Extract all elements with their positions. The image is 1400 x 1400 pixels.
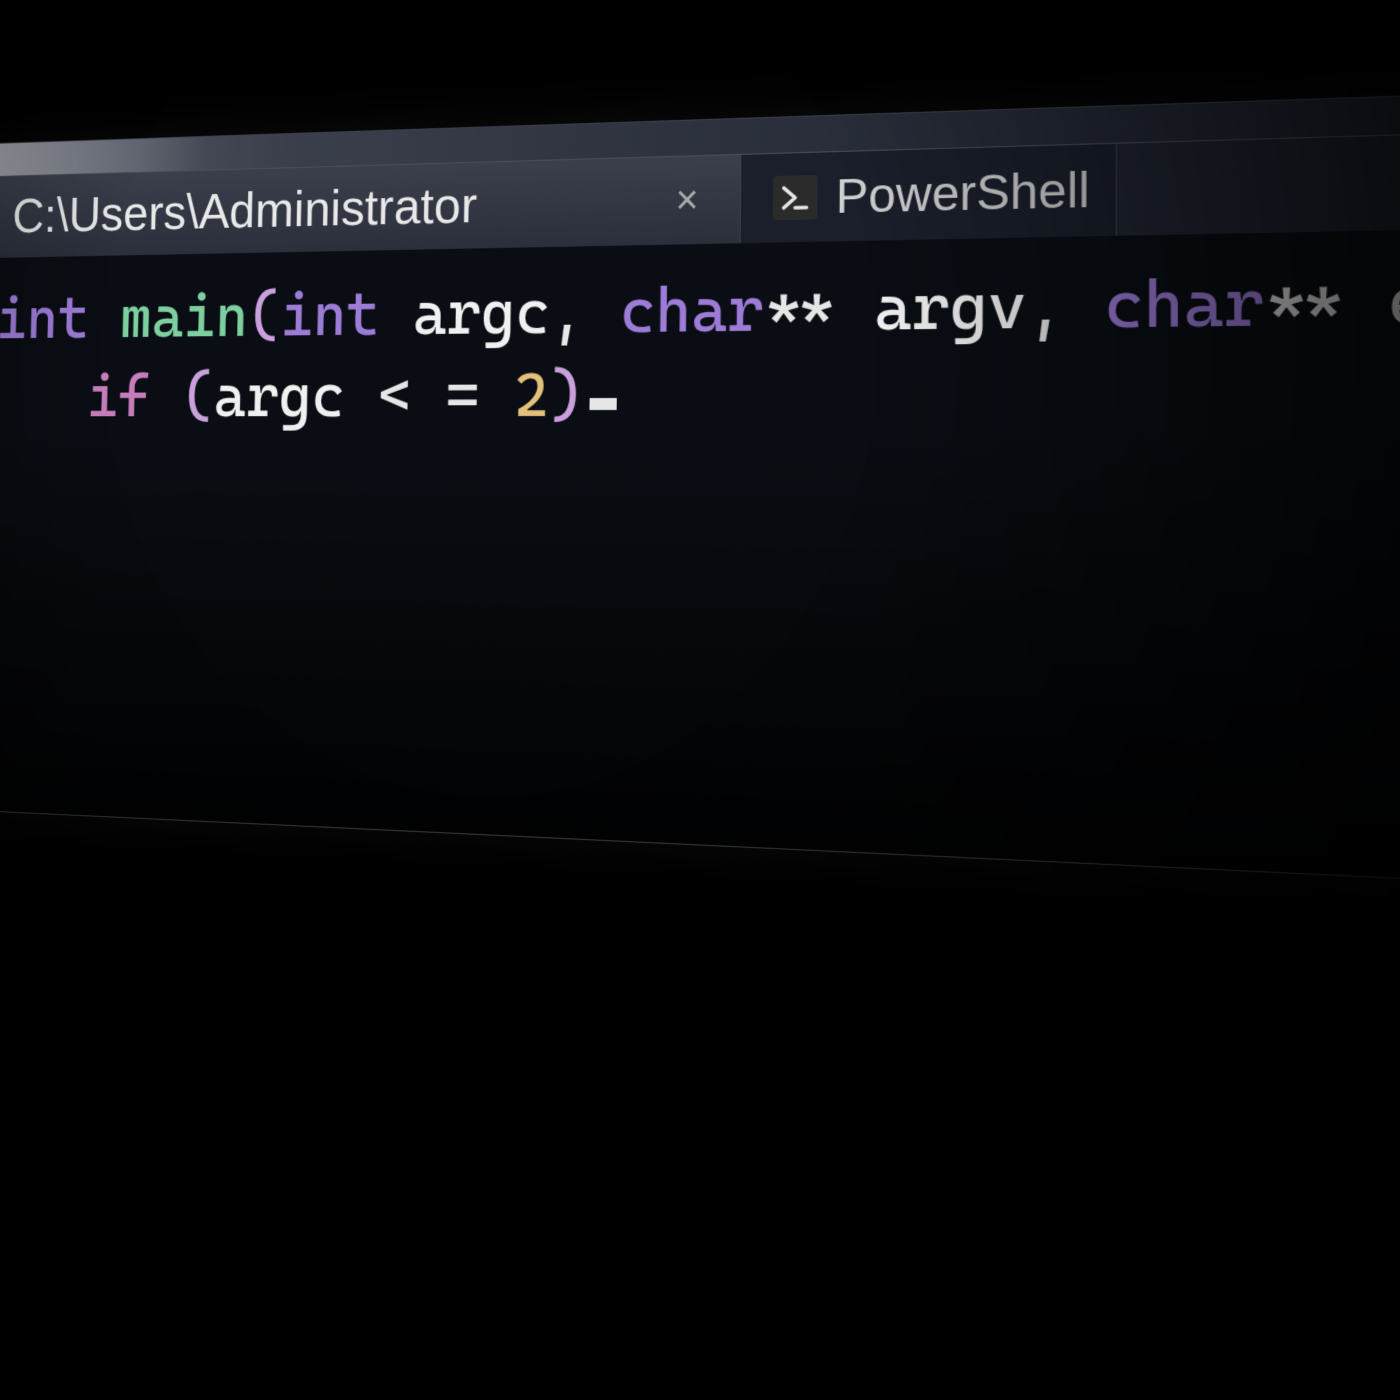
tab-powershell[interactable]: PowerShell	[741, 144, 1117, 243]
code-line-2: if (argc < = 2)	[0, 344, 1400, 438]
operator: **	[763, 271, 837, 346]
keyword-type: int	[280, 278, 380, 350]
keyword-type: char	[1104, 264, 1264, 343]
text-cursor	[589, 398, 616, 410]
terminal-window: C:\Users\Administrator × PowerShell int …	[0, 85, 1400, 894]
identifier: argc	[213, 360, 345, 431]
powershell-icon	[773, 175, 818, 221]
tab-title: C:\Users\Administrator	[12, 176, 478, 244]
operator: < =	[377, 359, 480, 431]
code-line-1: int main(int argc, char** argv, char** e	[0, 251, 1400, 358]
terminal-content[interactable]: int main(int argc, char** argv, char** e…	[0, 224, 1400, 893]
identifier: argv	[874, 268, 1026, 345]
keyword-type: int	[0, 283, 90, 352]
keyword-control: if	[86, 361, 151, 430]
tab-title: PowerShell	[835, 162, 1089, 225]
identifier: e	[1387, 261, 1400, 341]
number-literal: 2	[514, 358, 550, 430]
operator: **	[1264, 262, 1346, 341]
close-icon[interactable]: ×	[658, 177, 717, 223]
keyword-type: char	[620, 272, 764, 347]
function-name: main	[119, 281, 248, 352]
identifier: argc	[413, 276, 551, 349]
